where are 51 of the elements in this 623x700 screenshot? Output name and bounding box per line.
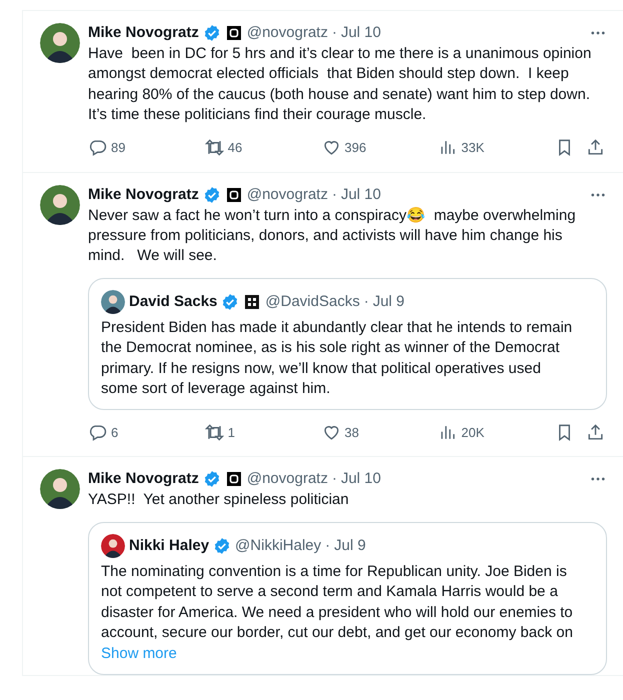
post-time[interactable]: Jul 10 (340, 23, 381, 43)
author-name[interactable]: Nikki Haley (129, 536, 210, 556)
author-handle[interactable]: @novogratz (246, 469, 328, 490)
metric-count: 6 (111, 424, 118, 440)
separator-dot: · (332, 184, 337, 205)
author-name[interactable]: Mike Novogratz (88, 23, 199, 43)
author-handle[interactable]: @NikkiHaley (235, 536, 322, 556)
repost-icon[interactable] (204, 138, 224, 158)
metric-count: 89 (111, 140, 126, 156)
repost-icon[interactable] (204, 422, 224, 442)
post-text: Have been in DC for 5 hrs and it’s clear to me there is a unanimous opinion amongst democrat elected officials that Biden should step down. I keep hearing 80% of the caucus (both house and senate) want him to step down. It’s time these politicians find their courage muscle. (88, 44, 592, 126)
separator-dot: · (332, 469, 337, 490)
separator-dot: · (364, 292, 369, 312)
square-logo-icon (226, 26, 241, 40)
share-icon[interactable] (586, 422, 605, 442)
post-time[interactable]: Jul 9 (334, 536, 366, 556)
post-text: Never saw a fact he won’t turn into a conspiracy😂 maybe overwhelming pressure from politicians, donors, and activists will have him change his mind. We will see. (88, 206, 577, 266)
quoted-post-card[interactable] (88, 522, 607, 674)
separator-dot: · (325, 536, 330, 556)
metric-count: 396 (344, 140, 366, 156)
quoted-text: The nominating convention is a time for Republican unity. Joe Biden is not competent to serve a second term and Kamala Harris would be a disaster for America. We need a president who will hold our enemies to account, secure our border, cut our debt, and get our economy back on (101, 562, 574, 644)
avatar-icon[interactable] (40, 469, 80, 510)
author-handle[interactable]: @DavidSacks (265, 292, 360, 312)
metric-count: 20K (461, 424, 484, 440)
author-name[interactable]: David Sacks (129, 292, 218, 312)
author-handle[interactable]: @novogratz (246, 23, 328, 43)
avatar-icon[interactable] (101, 534, 125, 558)
author-name[interactable]: Mike Novogratz (88, 469, 199, 490)
metric-count: 38 (344, 424, 359, 440)
metric-count: 46 (228, 140, 242, 156)
post-time[interactable]: Jul 10 (340, 469, 381, 490)
share-icon[interactable] (586, 138, 605, 158)
post-text: YASP!! Yet another spineless politician (88, 490, 350, 510)
logo-tile-icon (245, 294, 260, 309)
square-logo-icon (226, 188, 241, 202)
quoted-text: President Biden has made it abundantly clear that he intends to remain the Democrat nominee, as is his sole right as winner of the Democrat primary. If he resigns now, we’ll know that political operatives used some sort of leverage against him. (101, 318, 574, 400)
heart-icon[interactable] (322, 138, 340, 158)
separator-dot: · (332, 23, 337, 43)
reply-icon[interactable] (88, 138, 107, 158)
author-handle[interactable]: @novogratz (246, 184, 328, 205)
square-logo-icon (226, 472, 241, 486)
avatar-icon[interactable] (40, 23, 80, 63)
quoted-post-card[interactable] (88, 278, 607, 410)
post-time[interactable]: Jul 9 (372, 292, 405, 312)
post-time[interactable]: Jul 10 (340, 184, 381, 205)
reply-icon[interactable] (88, 422, 107, 442)
avatar-icon[interactable] (40, 184, 80, 225)
metric-count: 33K (461, 140, 484, 156)
avatar-icon[interactable] (101, 290, 125, 314)
metric-count: 1 (228, 424, 235, 440)
author-name[interactable]: Mike Novogratz (88, 184, 199, 205)
